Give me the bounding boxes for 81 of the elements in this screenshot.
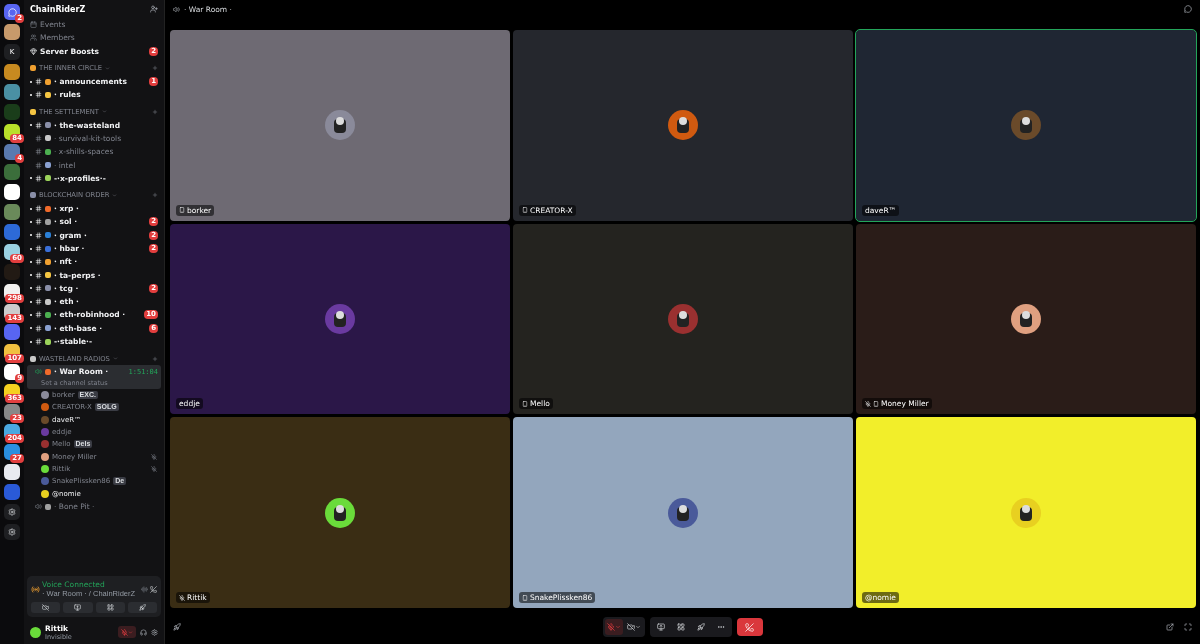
- leave-call-button[interactable]: [736, 618, 763, 636]
- mute-button[interactable]: [604, 619, 623, 635]
- hash-icon: [35, 271, 42, 279]
- mic-off-icon: [606, 623, 615, 631]
- headphones-icon: [140, 628, 147, 636]
- emoji-icon: [30, 355, 36, 362]
- chevron-icon: [102, 109, 107, 115]
- emoji-icon: [45, 368, 51, 375]
- rocket-icon: [696, 623, 705, 631]
- soundboard-button[interactable]: [127, 602, 157, 613]
- chevron-icon: [634, 624, 641, 630]
- add-member-icon: [150, 5, 158, 13]
- avatar: [30, 626, 41, 638]
- plus-icon: [152, 355, 158, 362]
- server-icon[interactable]: [4, 184, 20, 200]
- hash-icon: [35, 205, 42, 213]
- server-icon[interactable]: [4, 464, 20, 480]
- hash-icon: [35, 245, 42, 252]
- hash-icon: [35, 174, 42, 182]
- chevron-icon: [128, 629, 133, 635]
- mic-off-icon: [121, 628, 128, 636]
- emoji-icon: [30, 109, 36, 115]
- hash-icon: [35, 311, 42, 319]
- monitor-icon: [74, 604, 82, 611]
- members-icon: [30, 34, 37, 42]
- chevron-icon: [105, 65, 111, 71]
- mute-button[interactable]: [118, 626, 136, 638]
- emoji-icon: [30, 192, 36, 199]
- chevron-icon: [614, 624, 621, 630]
- grid-icon: [106, 604, 114, 611]
- calendar-icon: [30, 21, 37, 29]
- chevron-icon: [112, 192, 118, 198]
- hash-icon: [35, 258, 42, 266]
- grid-icon: [676, 623, 685, 631]
- sound-icon: [141, 585, 148, 593]
- chat-bubble-icon: [7, 7, 17, 17]
- fullscreen-icon[interactable]: [1184, 623, 1192, 631]
- camera-off-icon: [626, 623, 635, 631]
- rocket-icon[interactable]: [173, 623, 181, 631]
- compass-button[interactable]: [4, 524, 20, 540]
- screen-share-button[interactable]: [63, 602, 93, 613]
- server-icon[interactable]: [4, 64, 20, 80]
- gem-icon: [30, 47, 37, 55]
- activities-button[interactable]: [95, 602, 125, 613]
- chevron-icon: [112, 356, 118, 362]
- emoji-icon: [45, 503, 51, 510]
- pop-out-icon[interactable]: [1166, 623, 1174, 631]
- hash-icon: [35, 78, 42, 86]
- hash-icon: [35, 284, 42, 292]
- hash-icon: [35, 148, 42, 156]
- settings-icon: [151, 628, 158, 636]
- disconnect-icon: [150, 585, 157, 593]
- hash-icon: [35, 338, 42, 346]
- emoji-icon: [45, 162, 51, 168]
- hash-icon: [35, 218, 42, 226]
- phone-icon: [745, 622, 754, 632]
- hash-icon: [35, 134, 42, 142]
- server-name[interactable]: ChainRiderZ: [30, 4, 86, 14]
- server-icon[interactable]: [4, 24, 20, 40]
- speaker-icon: [35, 503, 42, 511]
- emoji-icon: [30, 65, 36, 72]
- hash-icon: [35, 91, 42, 99]
- compass-button[interactable]: [4, 504, 20, 520]
- chat-icon[interactable]: [1184, 5, 1192, 13]
- plus-icon: [152, 109, 158, 115]
- hash-icon: [35, 298, 42, 306]
- hash-icon: [35, 121, 42, 129]
- camera-button[interactable]: [31, 602, 61, 613]
- plus-icon: [152, 65, 158, 72]
- rocket-icon: [138, 604, 146, 611]
- signal-icon: [31, 584, 40, 594]
- hash-icon: [35, 231, 42, 239]
- speaker-icon: [35, 368, 42, 376]
- plus-icon: [152, 192, 158, 199]
- emoji-icon: [45, 312, 51, 318]
- camera-off-icon: [42, 604, 50, 611]
- hash-icon: [35, 161, 42, 169]
- speaker-icon: [173, 5, 180, 13]
- more-icon: [716, 623, 725, 631]
- monitor-icon: [656, 623, 665, 631]
- hash-icon: [35, 324, 42, 332]
